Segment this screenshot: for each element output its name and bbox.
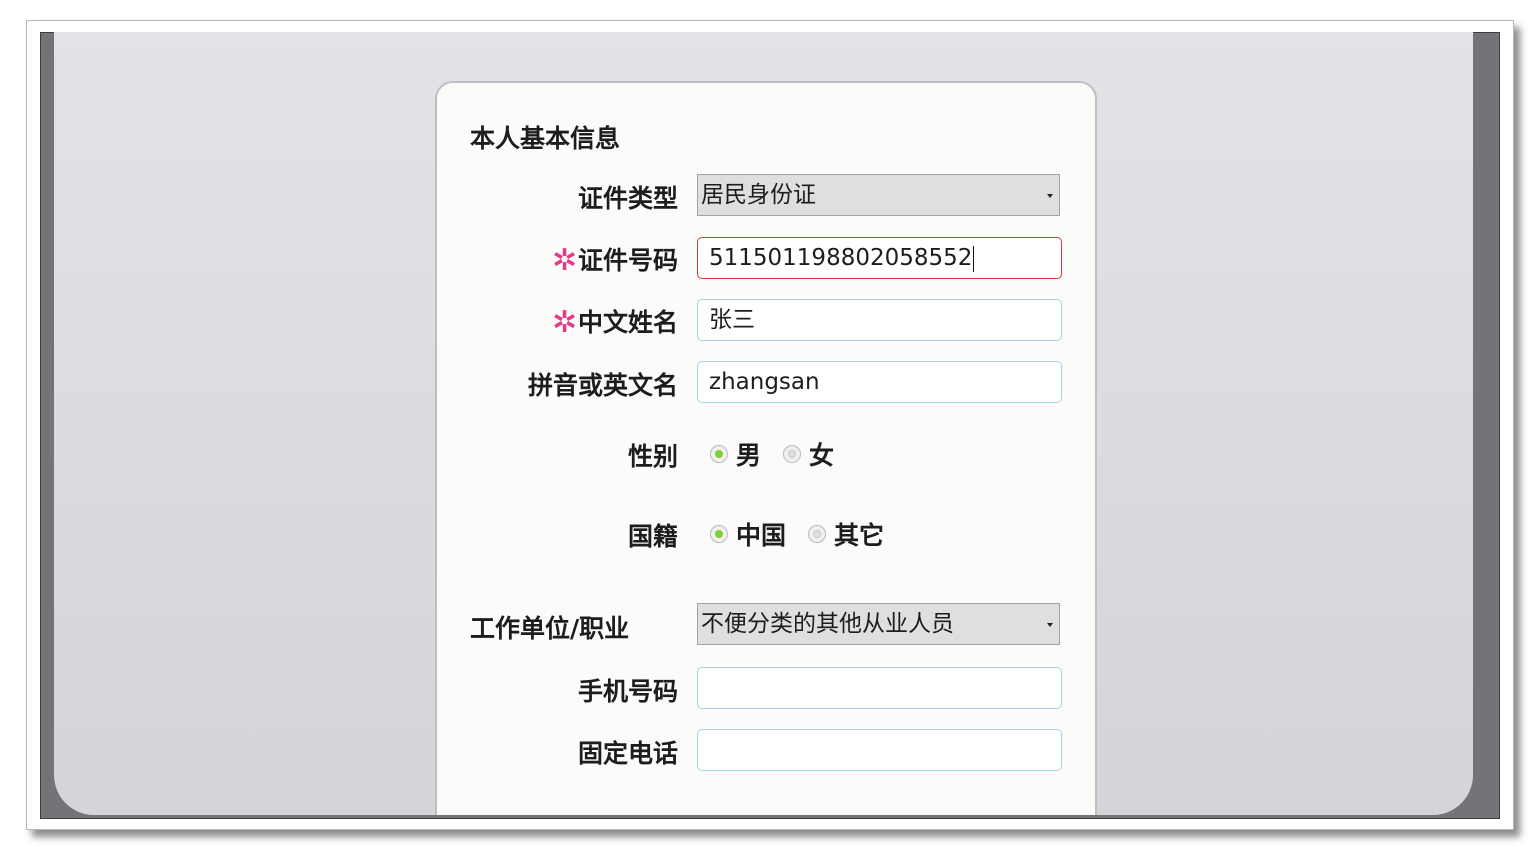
page-viewport: 本人基本信息 证件类型 居民身份证 ✲证件号码 5115011988020585… xyxy=(54,32,1473,815)
pinyin-name-label: 拼音或英文名 xyxy=(527,371,678,400)
nationality-label: 国籍 xyxy=(627,522,678,551)
mobile-input[interactable] xyxy=(697,667,1062,709)
nationality-radio-group: 中国 其它 xyxy=(710,517,906,551)
pinyin-name-value: zhangsan xyxy=(709,369,820,395)
gender-radio-group: 男 女 xyxy=(710,437,856,471)
id-number-input[interactable]: 511501198802058552 xyxy=(697,237,1062,279)
id-type-label: 证件类型 xyxy=(577,184,678,213)
chinese-name-input[interactable]: 张三 xyxy=(697,299,1062,341)
id-number-label: ✲证件号码 xyxy=(551,241,678,278)
radio-selected-icon[interactable] xyxy=(710,525,728,543)
occupation-select[interactable]: 不便分类的其他从业人员 xyxy=(697,603,1060,645)
section-title: 本人基本信息 xyxy=(470,124,621,153)
required-asterisk-icon: ✲ xyxy=(551,243,577,278)
pinyin-name-input[interactable]: zhangsan xyxy=(697,361,1062,403)
chinese-name-label-text: 中文姓名 xyxy=(577,308,678,337)
gender-label: 性别 xyxy=(627,442,678,471)
required-asterisk-icon: ✲ xyxy=(551,305,577,340)
nationality-option-label: 中国 xyxy=(736,521,787,550)
text-cursor xyxy=(973,245,975,272)
radio-unselected-icon[interactable] xyxy=(783,445,802,463)
radio-unselected-icon[interactable] xyxy=(808,525,827,543)
gender-option-label: 女 xyxy=(809,441,835,470)
landline-input[interactable] xyxy=(697,729,1062,771)
form-card: 本人基本信息 证件类型 居民身份证 ✲证件号码 5115011988020585… xyxy=(435,81,1097,815)
id-type-select[interactable]: 居民身份证 xyxy=(697,174,1060,216)
gender-option-female[interactable]: 女 xyxy=(783,436,834,472)
gender-option-male[interactable]: 男 xyxy=(710,436,761,472)
chinese-name-value: 张三 xyxy=(709,307,755,333)
occupation-value: 不便分类的其他从业人员 xyxy=(701,611,954,637)
gender-option-label: 男 xyxy=(736,441,762,470)
radio-selected-icon[interactable] xyxy=(710,445,728,463)
nationality-option-china[interactable]: 中国 xyxy=(710,516,786,552)
chinese-name-label: ✲中文姓名 xyxy=(551,303,678,340)
id-number-label-text: 证件号码 xyxy=(577,246,678,275)
mobile-label: 手机号码 xyxy=(577,677,678,706)
chevron-down-icon xyxy=(1047,623,1053,627)
nationality-option-label: 其它 xyxy=(834,521,885,550)
landline-label: 固定电话 xyxy=(577,739,678,768)
nationality-option-other[interactable]: 其它 xyxy=(808,516,884,552)
id-number-value: 511501198802058552 xyxy=(709,245,973,271)
occupation-label: 工作单位/职业 xyxy=(470,614,630,643)
id-type-value: 居民身份证 xyxy=(701,182,816,208)
chevron-down-icon xyxy=(1047,194,1053,198)
